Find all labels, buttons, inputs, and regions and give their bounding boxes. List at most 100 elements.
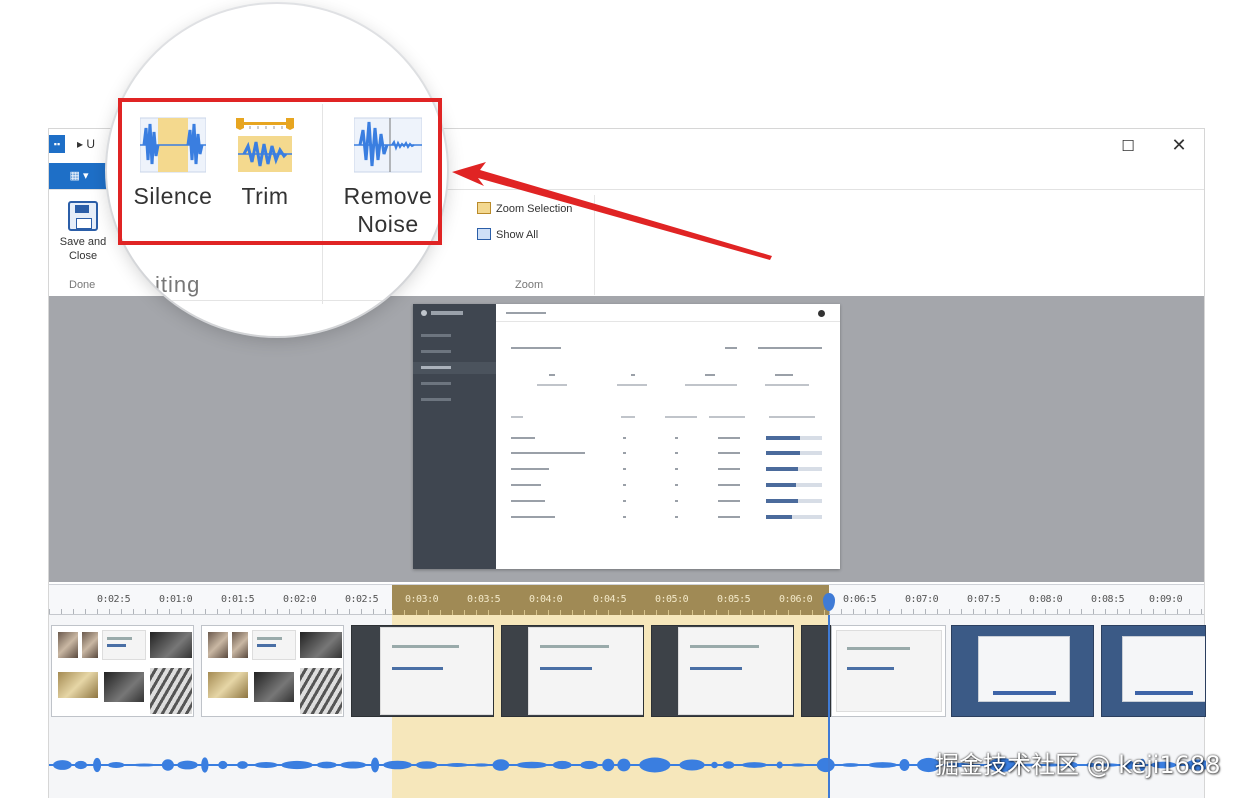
selection-ruler[interactable]: 0:03:0 0:03:5 0:04:0 0:04:5 0:05:0 0:05:5 0:06… <box>392 585 829 615</box>
video-clip[interactable] <box>1101 625 1206 717</box>
ruler-tick-label: 0:04:0 <box>529 594 563 605</box>
close-icon[interactable]: ✕ <box>1162 133 1196 159</box>
clip-thumbnail <box>150 632 192 658</box>
clip-thumbnail <box>380 627 493 715</box>
ruler-tick-label: 0:06:5 <box>843 594 877 605</box>
ruler-tick-label: 0:03:0 <box>405 594 439 605</box>
preview-text-line <box>511 347 561 349</box>
highlight-box <box>118 98 442 245</box>
preview-stat <box>775 374 793 376</box>
preview-table-cell <box>718 484 740 486</box>
save-label-line1: Save and <box>59 236 107 248</box>
video-clip[interactable] <box>351 625 494 717</box>
ruler-tick-label: 0:02:0 <box>283 594 317 605</box>
preview-table-cell <box>511 516 555 518</box>
preview-nav-item <box>421 382 451 385</box>
maximize-icon[interactable]: ☐ <box>1111 133 1145 159</box>
ruler-tick-label: 0:09:0 <box>1149 594 1183 605</box>
preview-progress-bar <box>766 436 800 440</box>
file-icon: ▦ <box>69 170 83 182</box>
preview-nav-item <box>421 398 451 401</box>
preview-progress-bar <box>766 515 792 519</box>
preview-table-cell <box>511 452 585 454</box>
preview-col-header <box>709 416 745 418</box>
preview-table-cell <box>675 500 678 502</box>
ruler-tick-label: 0:05:5 <box>717 594 751 605</box>
preview-stat-label <box>617 384 647 386</box>
preview-logo-icon <box>421 310 427 316</box>
watermark: 掘金技术社区 @ keji1688 <box>935 751 1221 779</box>
preview-progress-bar <box>766 499 798 503</box>
clip-thumbnail <box>300 668 342 714</box>
ruler-tick-label: 0:08:5 <box>1091 594 1125 605</box>
clip-thumbnail <box>678 627 793 715</box>
preview-table-cell <box>623 468 626 470</box>
screenshot: ▪▪ ▸ U ☐ ✕ ▦ ▾ Save and Close Done Zoom … <box>0 0 1240 798</box>
clip-thumbnail <box>528 627 643 715</box>
clip-thumbnail <box>232 632 248 658</box>
preview-stat-label <box>685 384 737 386</box>
preview-header-line <box>506 312 546 314</box>
magnifier-ribbon-bottom <box>107 300 447 301</box>
video-clip[interactable] <box>951 625 1094 717</box>
ruler-tick-label: 0:02:5 <box>97 594 131 605</box>
preview-table-cell <box>718 452 740 454</box>
preview-table-cell <box>623 437 626 439</box>
preview-stat <box>631 374 635 376</box>
ruler-tick-label: 0:04:5 <box>593 594 627 605</box>
preview-stat <box>549 374 555 376</box>
preview-table-cell <box>623 452 626 454</box>
video-clip[interactable] <box>201 625 344 717</box>
clip-thumbnail <box>254 672 294 702</box>
preview-progress-bar <box>766 483 796 487</box>
preview-table-cell <box>675 437 678 439</box>
preview-col-header <box>621 416 635 418</box>
video-track[interactable] <box>49 625 1206 717</box>
ruler-tick-label: 0:08:0 <box>1029 594 1063 605</box>
preview-stat-label <box>765 384 809 386</box>
file-menu-caret: ▾ <box>82 170 89 182</box>
preview-table-cell <box>718 516 740 518</box>
video-preview-canvas[interactable] <box>413 304 840 569</box>
preview-table-cell <box>675 452 678 454</box>
clip-thumbnail <box>102 630 146 660</box>
preview-nav-item <box>421 366 451 369</box>
preview-header <box>496 304 840 322</box>
preview-sidebar <box>413 304 496 569</box>
ruler-tick-label: 0:07:0 <box>905 594 939 605</box>
preview-col-header <box>769 416 815 418</box>
preview-text-line <box>725 347 737 349</box>
ruler-tick-label: 0:01:0 <box>159 594 193 605</box>
preview-progress-bar <box>766 451 800 455</box>
preview-table-cell <box>623 516 626 518</box>
preview-table-cell <box>675 468 678 470</box>
ruler-tick-label: 0:06:0 <box>779 594 813 605</box>
ruler-tick-label: 0:05:0 <box>655 594 689 605</box>
preview-table-cell <box>718 500 740 502</box>
clip-thumbnail <box>300 632 342 658</box>
video-preview-area <box>49 296 1204 582</box>
video-clip[interactable] <box>831 625 946 717</box>
preview-table-cell <box>718 437 740 439</box>
ruler-tick-label: 0:01:5 <box>221 594 255 605</box>
playhead[interactable] <box>828 615 830 798</box>
preview-nav-item <box>421 334 451 337</box>
save-and-close-button[interactable]: Save and Close <box>53 201 113 263</box>
video-clip[interactable] <box>651 625 794 717</box>
preview-text-line <box>758 347 822 349</box>
preview-table-cell <box>623 484 626 486</box>
window-title: ▸ U <box>77 137 96 151</box>
preview-stat <box>705 374 715 376</box>
selection-ruler-ticks <box>392 610 829 615</box>
preview-table-cell <box>623 500 626 502</box>
video-clip[interactable] <box>801 625 831 717</box>
video-clip[interactable] <box>51 625 194 717</box>
video-clip[interactable] <box>501 625 644 717</box>
clip-thumbnail <box>208 632 228 658</box>
file-menu-button[interactable]: ▦ ▾ <box>49 163 109 189</box>
group-label-editing: iting <box>155 272 201 297</box>
callout-arrow-icon <box>452 162 772 260</box>
group-label-zoom: Zoom <box>515 279 544 291</box>
clip-thumbnail <box>836 630 942 712</box>
preview-table-cell <box>718 468 740 470</box>
